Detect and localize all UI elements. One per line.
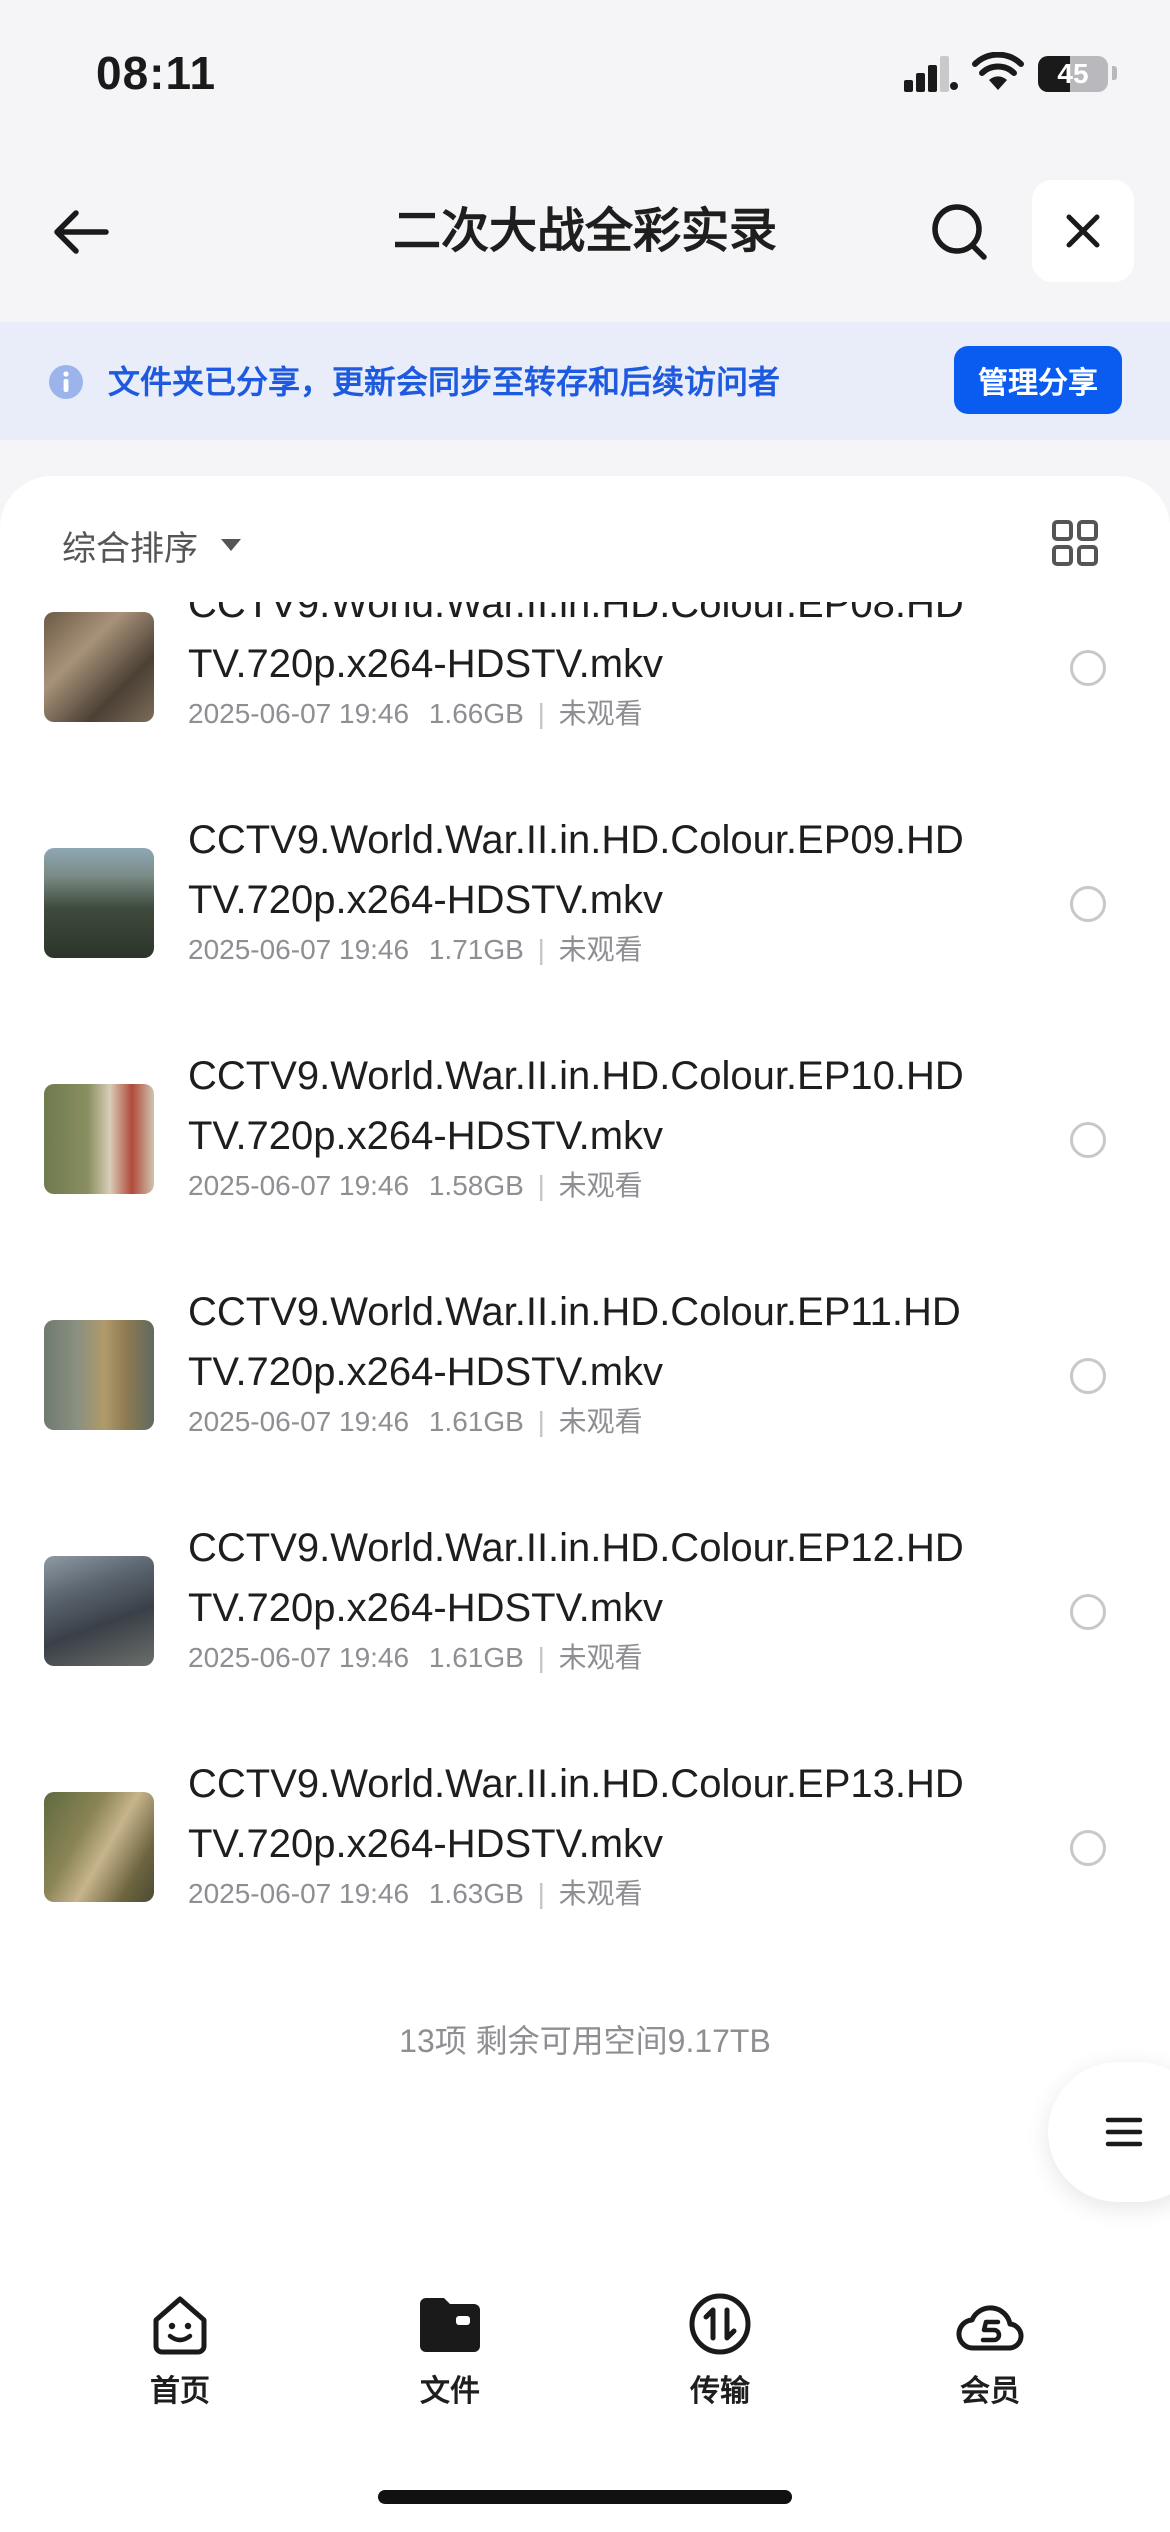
- share-notice-text: 文件夹已分享，更新会同步至转存和后续访问者: [108, 364, 781, 400]
- file-row[interactable]: CCTV9.World.War.II.in.HD.Colour.EP08.HDT…: [0, 602, 1170, 748]
- video-thumbnail: [44, 1084, 154, 1194]
- cellular-signal-icon: [904, 56, 958, 92]
- file-row[interactable]: CCTV9.World.War.II.in.HD.Colour.EP09.HDT…: [0, 748, 1170, 984]
- watch-status: 未观看: [558, 1170, 643, 1201]
- select-radio[interactable]: [1070, 650, 1106, 686]
- file-meta: 2025-06-07 19:46 1.63GB | 未观看: [188, 1874, 643, 1914]
- nav-files[interactable]: 文件: [380, 2290, 520, 2410]
- status-time: 08:11: [96, 47, 217, 99]
- file-meta: 2025-06-07 19:46 1.58GB | 未观看: [188, 1166, 643, 1206]
- select-radio[interactable]: [1070, 1358, 1106, 1394]
- file-name: CCTV9.World.War.II.in.HD.Colour.EP08.HDT…: [188, 602, 964, 686]
- file-meta: 2025-06-07 19:46 1.66GB | 未观看: [188, 694, 643, 734]
- transfer-icon: [689, 2293, 751, 2355]
- file-row[interactable]: CCTV9.World.War.II.in.HD.Colour.EP10.HDT…: [0, 984, 1170, 1220]
- file-size: 1.66GB: [428, 698, 524, 729]
- sort-label: 综合排序: [62, 529, 198, 568]
- file-date: 2025-06-07 19:46: [188, 1170, 410, 1201]
- sort-caret-icon: [221, 539, 241, 551]
- file-name: CCTV9.World.War.II.in.HD.Colour.EP11.HDT…: [188, 1290, 961, 1394]
- video-thumbnail: [44, 848, 154, 958]
- watch-status: 未观看: [558, 1878, 643, 1909]
- file-row[interactable]: CCTV9.World.War.II.in.HD.Colour.EP11.HDT…: [0, 1220, 1170, 1456]
- manage-share-button[interactable]: 管理分享: [954, 346, 1122, 414]
- storage-summary: 13项 剩余可用空间9.17TB: [399, 2023, 771, 2059]
- close-button[interactable]: [1032, 180, 1134, 282]
- file-date: 2025-06-07 19:46: [188, 1878, 410, 1909]
- file-row[interactable]: CCTV9.World.War.II.in.HD.Colour.EP13.HDT…: [0, 1692, 1170, 1928]
- nav-label: 传输: [690, 2375, 750, 2408]
- info-icon: [49, 365, 83, 399]
- file-name: CCTV9.World.War.II.in.HD.Colour.EP10.HDT…: [188, 1054, 964, 1158]
- close-icon: [1066, 214, 1100, 248]
- file-name: CCTV9.World.War.II.in.HD.Colour.EP09.HDT…: [188, 818, 964, 922]
- home-indicator: [378, 2490, 792, 2504]
- watch-status: 未观看: [558, 934, 643, 965]
- file-row[interactable]: CCTV9.World.War.II.in.HD.Colour.EP12.HDT…: [0, 1456, 1170, 1692]
- nav-label: 会员: [960, 2375, 1020, 2408]
- watch-status: 未观看: [558, 1642, 643, 1673]
- video-thumbnail: [44, 612, 154, 722]
- file-size: 1.58GB: [428, 1170, 524, 1201]
- wifi-icon: [972, 52, 1024, 90]
- menu-icon: [1105, 2117, 1143, 2147]
- select-radio[interactable]: [1070, 886, 1106, 922]
- file-meta: 2025-06-07 19:46 1.61GB | 未观看: [188, 1402, 643, 1442]
- select-radio[interactable]: [1070, 1830, 1106, 1866]
- video-thumbnail: [44, 1556, 154, 1666]
- nav-home[interactable]: 首页: [110, 2290, 250, 2410]
- status-bar: 08:11 45: [0, 0, 1170, 150]
- file-name: CCTV9.World.War.II.in.HD.Colour.EP12.HDT…: [188, 1526, 964, 1630]
- nav-transfer[interactable]: 传输: [650, 2290, 790, 2410]
- search-icon: [932, 204, 987, 260]
- battery-icon: 45: [1038, 56, 1108, 92]
- file-date: 2025-06-07 19:46: [188, 1642, 410, 1673]
- file-size: 1.61GB: [428, 1642, 524, 1673]
- meta-divider: |: [537, 1642, 545, 1673]
- watch-status: 未观看: [558, 1406, 643, 1437]
- file-name: CCTV9.World.War.II.in.HD.Colour.EP13.HDT…: [188, 1762, 964, 1866]
- file-date: 2025-06-07 19:46: [188, 1406, 410, 1437]
- file-meta: 2025-06-07 19:46 1.61GB | 未观看: [188, 1638, 643, 1678]
- select-radio[interactable]: [1070, 1594, 1106, 1630]
- battery-level: 45: [1057, 58, 1089, 89]
- video-thumbnail: [44, 1792, 154, 1902]
- file-date: 2025-06-07 19:46: [188, 934, 410, 965]
- file-list: CCTV9.World.War.II.in.HD.Colour.EP08.HDT…: [0, 602, 1170, 1942]
- nav-label: 首页: [150, 2375, 210, 2408]
- meta-divider: |: [537, 1878, 545, 1909]
- sort-dropdown[interactable]: 综合排序: [62, 520, 242, 570]
- file-size: 1.61GB: [428, 1406, 524, 1437]
- nav-member[interactable]: 会员: [920, 2290, 1060, 2410]
- grid-view-icon[interactable]: [1052, 520, 1098, 566]
- file-meta: 2025-06-07 19:46 1.71GB | 未观看: [188, 930, 643, 970]
- meta-divider: |: [537, 1406, 545, 1437]
- battery-cap: [1112, 66, 1117, 80]
- watch-status: 未观看: [558, 698, 643, 729]
- nav-label: 文件: [420, 2375, 480, 2408]
- meta-divider: |: [537, 934, 545, 965]
- file-date: 2025-06-07 19:46: [188, 698, 410, 729]
- select-radio[interactable]: [1070, 1122, 1106, 1158]
- file-size: 1.63GB: [428, 1878, 524, 1909]
- home-icon: [153, 2296, 207, 2355]
- search-button[interactable]: [924, 196, 996, 268]
- folder-icon: [420, 2298, 480, 2352]
- member-cloud-icon: [956, 2305, 1024, 2351]
- meta-divider: |: [537, 1170, 545, 1201]
- meta-divider: |: [537, 698, 545, 729]
- video-thumbnail: [44, 1320, 154, 1430]
- file-size: 1.71GB: [428, 934, 524, 965]
